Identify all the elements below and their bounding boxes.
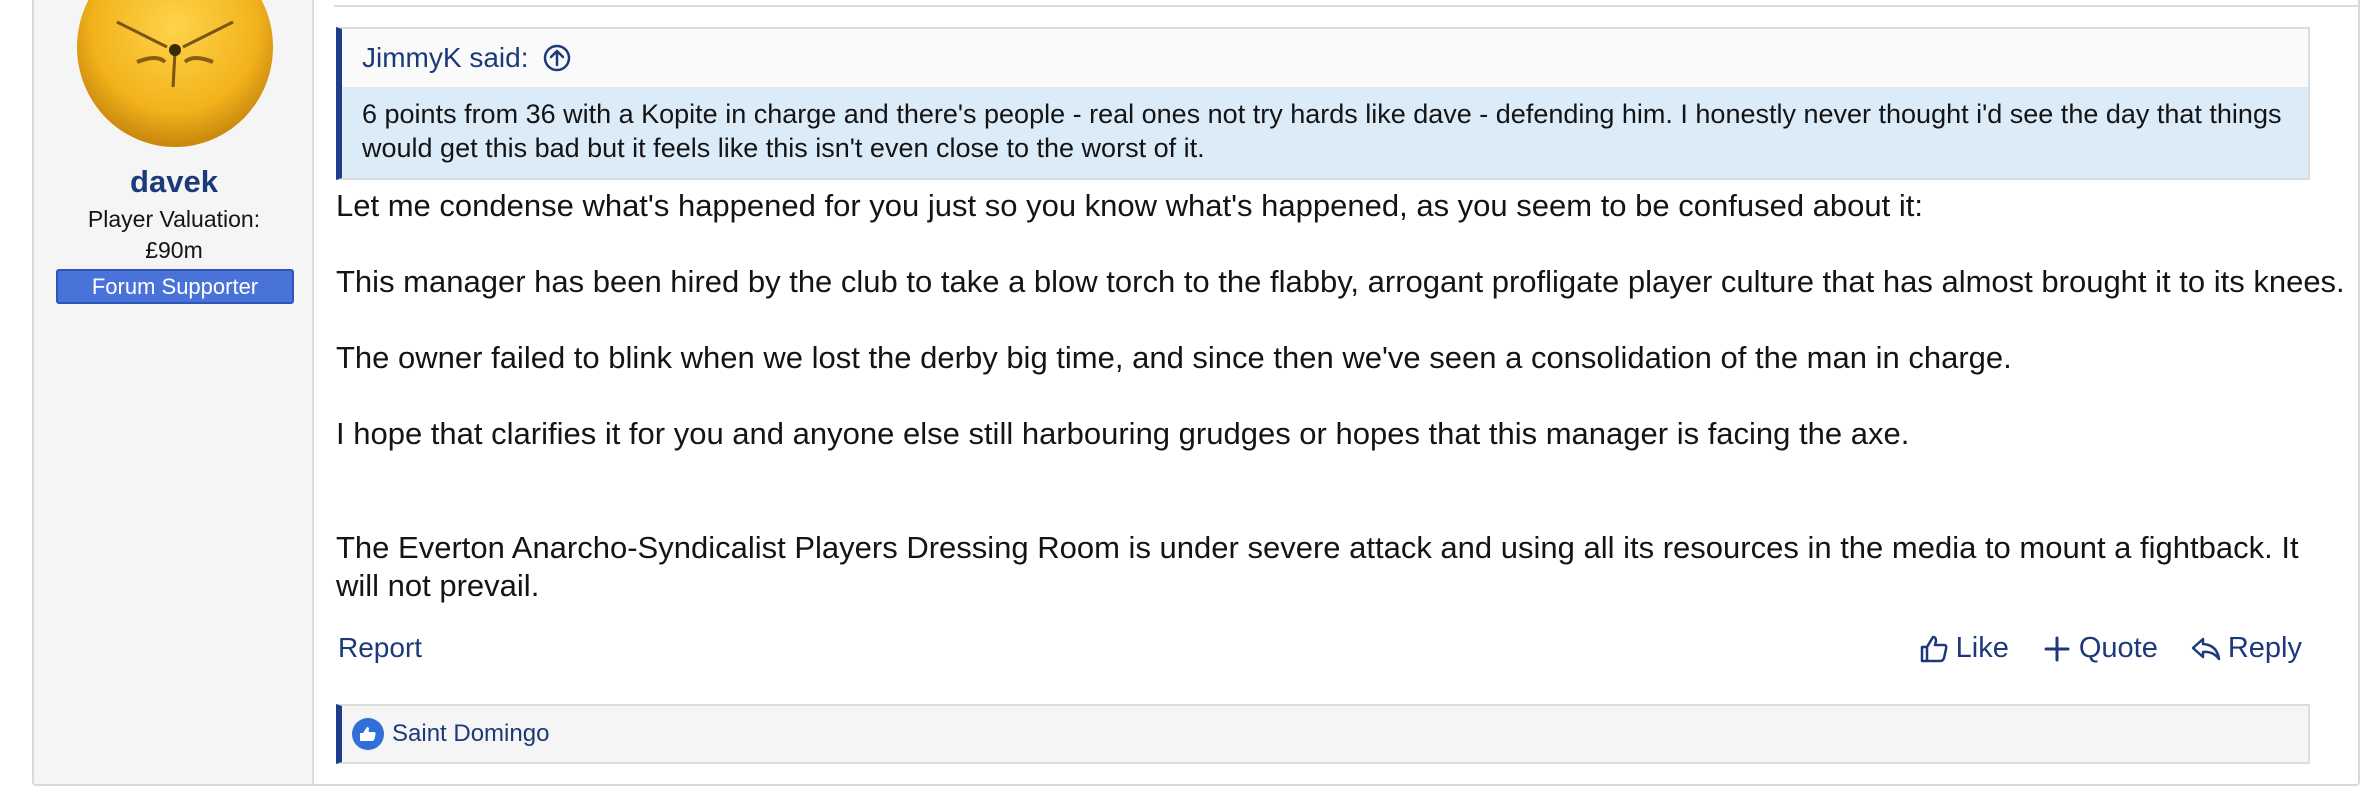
post-paragraph: I hope that clarifies it for you and any… (336, 416, 1910, 451)
thumbs-up-icon (1920, 635, 1948, 662)
user-avatar[interactable] (77, 0, 273, 152)
reply-button[interactable]: Reply (2190, 632, 2302, 665)
quote-author[interactable]: JimmyK said: (362, 42, 528, 74)
valuation-value: £90m (145, 237, 203, 263)
valuation-label: Player Valuation: (87, 206, 261, 232)
quote-text: 6 points from 36 with a Kopite in charge… (342, 87, 2308, 178)
username[interactable]: davek (34, 164, 314, 200)
like-button[interactable]: Like (1918, 632, 2009, 665)
quote-header[interactable]: JimmyK said: (342, 29, 2308, 87)
reactions-bar: Saint Domingo (336, 704, 2310, 764)
post-paragraph: Let me condense what's happened for you … (336, 188, 1923, 223)
post-paragraph: This manager has been hired by the club … (336, 264, 2345, 299)
quote-block: JimmyK said: 6 points from 36 with a Kop… (336, 27, 2310, 180)
quote-label: Quote (2078, 632, 2158, 664)
user-info-panel: davek Player Valuation: £90m Forum Suppo… (34, 0, 314, 784)
circle-up-arrow-icon[interactable] (542, 43, 572, 73)
plus-icon (2044, 636, 2070, 661)
like-badge-icon (352, 718, 384, 750)
user-valuation: Player Valuation: £90m (34, 204, 314, 266)
signature-text: The Everton Anarcho-Syndicalist Players … (336, 530, 2299, 603)
forum-post: davek Player Valuation: £90m Forum Suppo… (32, 0, 2360, 786)
report-link[interactable]: Report (338, 632, 422, 664)
reply-arrow-icon (2191, 637, 2221, 660)
quote-button[interactable]: Quote (2041, 632, 2158, 665)
post-paragraph: The owner failed to blink when we lost t… (336, 340, 2012, 375)
forum-supporter-banner: Forum Supporter (56, 269, 294, 304)
header-divider (334, 5, 2360, 7)
like-label: Like (1955, 632, 2009, 664)
reply-label: Reply (2227, 632, 2302, 664)
post-actions: Like Quote Reply (1918, 632, 2302, 665)
reaction-users[interactable]: Saint Domingo (392, 720, 549, 748)
